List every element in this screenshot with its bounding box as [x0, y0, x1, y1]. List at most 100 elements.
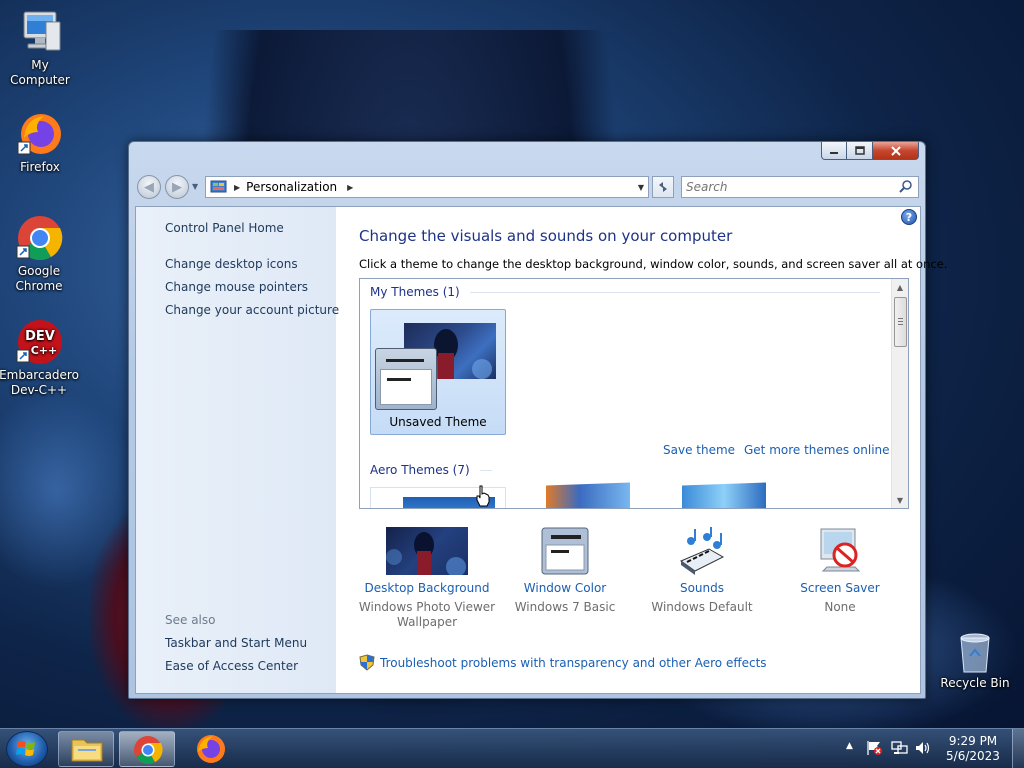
network-icon[interactable] — [891, 740, 909, 756]
theme-unsaved[interactable]: Unsaved Theme — [370, 309, 506, 435]
desktop-icon-recycle-bin[interactable]: Recycle Bin — [935, 630, 1015, 691]
chrome-icon — [15, 214, 63, 262]
help-button[interactable]: ? — [901, 209, 917, 225]
uac-shield-icon — [359, 654, 375, 671]
refresh-button[interactable] — [652, 176, 674, 198]
taskbar-chrome[interactable] — [119, 731, 175, 767]
theme-aero-2[interactable] — [546, 482, 630, 508]
link-control-panel-home[interactable]: Control Panel Home — [165, 221, 284, 235]
svg-text:DEV: DEV — [25, 329, 55, 344]
my-themes-label: My Themes (1) — [370, 285, 460, 299]
volume-icon[interactable] — [914, 740, 932, 756]
desktop-icon-label: Recycle Bin — [940, 676, 1010, 690]
content-area: Control Panel Home Change desktop icons … — [135, 206, 947, 694]
show-desktop-button[interactable] — [1012, 729, 1024, 768]
desktop-icon-chrome[interactable]: Google Chrome — [0, 214, 79, 294]
link-ease-of-access[interactable]: Ease of Access Center — [165, 659, 298, 673]
get-more-themes-link[interactable]: Get more themes online — [744, 443, 890, 457]
desktop-background-value: Windows Photo Viewer Wallpaper — [358, 600, 496, 629]
link-change-desktop-icons[interactable]: Change desktop icons — [165, 257, 298, 271]
clock-date: 5/6/2023 — [946, 749, 1000, 763]
desktop-icon-my-computer[interactable]: My Computer — [0, 8, 80, 88]
screen-saver-label[interactable]: Screen Saver — [770, 581, 910, 595]
recent-pages-dropdown[interactable]: ▼ — [192, 182, 198, 191]
left-pane: Control Panel Home Change desktop icons … — [136, 207, 339, 693]
desktop-icon-label: Firefox — [20, 160, 60, 174]
theme-window-thumbnail — [375, 348, 437, 410]
page-subtitle: Click a theme to change the desktop back… — [359, 257, 948, 271]
refresh-icon — [659, 182, 667, 192]
desktop-icon-label: Google Chrome — [15, 264, 63, 293]
sounds-value: Windows Default — [651, 600, 753, 614]
breadcrumb-chevron-icon[interactable]: ▶ — [347, 183, 353, 192]
main-pane: ? Change the visuals and sounds on your … — [336, 207, 947, 693]
search-input[interactable] — [682, 178, 898, 196]
svg-text:C++: C++ — [31, 344, 58, 357]
sounds-label[interactable]: Sounds — [632, 581, 772, 595]
window-controls — [821, 142, 919, 160]
desktop-icon-label: Embarcadero Dev-C++ — [0, 368, 79, 397]
back-button[interactable]: ◀ — [137, 175, 161, 199]
maximize-icon — [854, 146, 865, 155]
start-button[interactable] — [6, 731, 48, 767]
control-panel-icon — [210, 180, 227, 193]
close-icon — [890, 145, 901, 156]
close-button[interactable] — [873, 142, 919, 160]
chrome-icon — [134, 736, 163, 764]
clock[interactable]: 9:29 PM 5/6/2023 — [940, 734, 1006, 764]
firefox-icon — [16, 110, 64, 158]
address-bar[interactable]: ▶ Personalization ▶ ▼ — [205, 176, 649, 198]
troubleshoot-link[interactable]: Troubleshoot problems with transparency … — [380, 656, 767, 670]
themes-list: My Themes (1) Unsaved Theme Save theme G… — [359, 278, 909, 509]
desktop-icon-devcpp[interactable]: DEV C++ Embarcadero Dev-C++ — [0, 318, 79, 398]
show-hidden-icons-button[interactable]: ▲ — [846, 741, 853, 751]
sounds-icon — [677, 527, 727, 575]
window-color-item[interactable]: Window Color Windows 7 Basic — [495, 527, 635, 615]
window-color-icon — [541, 527, 589, 575]
link-change-mouse-pointers[interactable]: Change mouse pointers — [165, 280, 308, 294]
desktop-background-item[interactable]: Desktop Background Windows Photo Viewer … — [357, 527, 497, 630]
minimize-icon — [830, 151, 838, 154]
navigation-bar: ◀ ▶ ▼ ▶ Personalization ▶ ▼ — [137, 174, 919, 200]
scroll-thumb[interactable] — [894, 297, 907, 347]
breadcrumb[interactable]: Personalization — [246, 180, 337, 194]
clock-time: 9:29 PM — [948, 734, 998, 748]
sounds-item[interactable]: Sounds Windows Default — [632, 527, 772, 615]
scroll-down-icon[interactable]: ▼ — [892, 492, 908, 508]
aero-themes-label: Aero Themes (7) — [370, 463, 470, 477]
search-icon[interactable] — [898, 179, 914, 195]
desktop-background-label[interactable]: Desktop Background — [357, 581, 497, 595]
breadcrumb-separator-icon: ▶ — [234, 182, 241, 192]
desktop-icon-label: My Computer — [10, 58, 70, 87]
screen-saver-item[interactable]: Screen Saver None — [770, 527, 910, 615]
my-themes-header: My Themes (1) — [370, 285, 880, 299]
minimize-button[interactable] — [821, 142, 847, 160]
action-center-icon[interactable] — [866, 740, 884, 756]
theme-name: Unsaved Theme — [389, 415, 487, 429]
windows-logo-icon — [16, 741, 35, 756]
aero-themes-header: Aero Themes (7) — [370, 463, 880, 477]
help-icon: ? — [905, 210, 913, 224]
link-taskbar-start-menu[interactable]: Taskbar and Start Menu — [165, 636, 307, 650]
taskbar-firefox[interactable] — [189, 731, 233, 767]
forward-button[interactable]: ▶ — [165, 175, 189, 199]
troubleshoot-row: Troubleshoot problems with transparency … — [359, 654, 767, 671]
scroll-up-icon[interactable]: ▲ — [892, 279, 908, 295]
desktop-background-icon — [386, 527, 468, 577]
devcpp-icon: DEV C++ — [15, 318, 63, 366]
window-color-label[interactable]: Window Color — [495, 581, 635, 595]
taskbar-explorer[interactable] — [58, 731, 114, 767]
computer-icon — [16, 8, 64, 56]
desktop-icon-firefox[interactable]: Firefox — [0, 110, 80, 175]
screen-saver-icon — [815, 527, 865, 575]
maximize-button[interactable] — [847, 142, 873, 160]
save-theme-link[interactable]: Save theme — [663, 443, 735, 457]
personalization-window: ◀ ▶ ▼ ▶ Personalization ▶ ▼ Search Contr… — [128, 141, 947, 699]
recycle-bin-icon — [955, 630, 995, 674]
firefox-icon — [197, 735, 225, 763]
address-dropdown-icon[interactable]: ▼ — [638, 183, 644, 192]
screen-saver-value: None — [824, 600, 856, 614]
link-change-account-picture[interactable]: Change your account picture — [165, 303, 339, 317]
theme-aero-3[interactable] — [682, 482, 766, 508]
themes-scrollbar[interactable]: ▲ ▼ — [891, 279, 908, 508]
